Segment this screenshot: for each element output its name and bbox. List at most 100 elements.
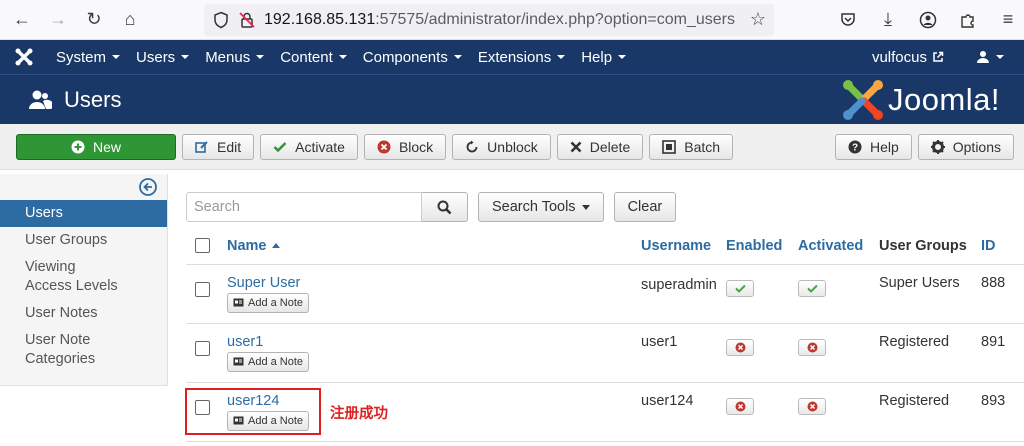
menu-menus[interactable]: Menus (197, 49, 272, 66)
home-icon[interactable]: ⌂ (116, 6, 144, 34)
joomla-logo-icon (842, 79, 883, 120)
batch-icon (662, 139, 677, 154)
check-icon (806, 284, 818, 293)
options-button[interactable]: Options (917, 133, 1014, 160)
unblock-icon (465, 140, 479, 154)
batch-button[interactable]: Batch (649, 133, 734, 160)
menu-extensions-label: Extensions (477, 48, 552, 66)
activated-toggle[interactable] (798, 397, 826, 415)
sidebar-item-user-note-categories[interactable]: User Note Categories (0, 327, 120, 373)
menu-system[interactable]: System (48, 49, 128, 66)
menu-help-label: Help (581, 48, 613, 66)
delete-button-label: Delete (589, 138, 631, 155)
back-icon[interactable]: ← (8, 6, 36, 34)
question-icon: ? (848, 140, 862, 154)
column-name-label: Name (227, 237, 267, 254)
url-host: 192.168.85.131 (264, 10, 376, 28)
select-all-checkbox[interactable] (195, 238, 210, 254)
download-icon[interactable]: ⤓ (874, 6, 902, 34)
browser-toolbar: ← → ↻ ⌂ 192.168.85.131:57575/administrat… (0, 0, 1024, 40)
account-icon[interactable] (914, 6, 942, 34)
column-username-header[interactable]: Username (641, 228, 726, 265)
reload-icon[interactable]: ↻ (80, 6, 108, 34)
user-icon (977, 51, 989, 63)
column-enabled-header[interactable]: Enabled (726, 228, 798, 265)
site-link[interactable]: vulfocus (864, 49, 952, 66)
sidebar: Users User Groups Viewing Access Levels … (0, 174, 168, 386)
page-header: Users Joomla! (0, 74, 1024, 124)
search-tools-button[interactable]: Search Tools (478, 192, 604, 222)
column-activated-header[interactable]: Activated (798, 228, 879, 265)
edit-button[interactable]: Edit (182, 133, 255, 160)
username-cell: user1 (641, 323, 726, 383)
help-button-label: Help (869, 138, 899, 155)
id-cell: 888 (981, 264, 1024, 324)
pocket-icon[interactable] (834, 6, 862, 34)
joomla-wordmark: Joomla! (887, 81, 1000, 117)
menu-content-label: Content (280, 48, 333, 66)
enabled-toggle[interactable] (726, 338, 754, 356)
menu-icon[interactable]: ≡ (994, 6, 1022, 34)
enabled-toggle[interactable] (726, 279, 754, 297)
sidebar-item-viewing-access-levels[interactable]: Viewing Access Levels (0, 254, 120, 300)
row-checkbox[interactable] (195, 340, 210, 356)
add-note-label: Add a Note (248, 355, 304, 368)
bookmark-star-icon[interactable]: ☆ (744, 6, 772, 34)
forward-icon[interactable]: → (44, 6, 72, 34)
column-id-header[interactable]: ID (981, 228, 1024, 265)
block-icon (377, 140, 391, 154)
menu-system-label: System (56, 48, 107, 66)
clear-button[interactable]: Clear (613, 192, 677, 222)
activated-toggle[interactable] (798, 279, 826, 297)
activate-button[interactable]: Activate (260, 133, 358, 160)
user-menu[interactable] (968, 50, 1012, 64)
menu-menus-label: Menus (205, 48, 251, 66)
unblock-button[interactable]: Unblock (452, 133, 551, 160)
clear-button-label: Clear (627, 199, 663, 215)
url-bar[interactable]: 192.168.85.131:57575/administrator/index… (204, 3, 774, 36)
delete-button[interactable]: Delete (556, 133, 644, 160)
new-button[interactable]: New (16, 133, 176, 160)
column-name-header[interactable]: Name (227, 228, 641, 265)
users-icon (29, 90, 52, 109)
row-checkbox[interactable] (195, 281, 210, 297)
id-cell: 891 (981, 323, 1024, 383)
block-icon (735, 342, 745, 352)
gear-icon (930, 139, 945, 154)
site-name: vulfocus (871, 48, 927, 66)
sort-asc-icon (271, 242, 280, 248)
user-name-link[interactable]: user1 (227, 334, 641, 350)
external-link-icon (933, 51, 944, 62)
add-note-button[interactable]: Add a Note (227, 292, 310, 313)
activate-button-label: Activate (295, 138, 345, 155)
enabled-toggle[interactable] (726, 397, 754, 415)
chevron-down-icon (581, 204, 590, 210)
menu-help[interactable]: Help (573, 49, 634, 66)
sidebar-item-user-notes[interactable]: User Notes (0, 300, 167, 327)
page-title: Users (64, 86, 122, 112)
search-input[interactable]: Search (186, 192, 422, 222)
help-button[interactable]: ? Help (834, 133, 912, 160)
joomla-icon[interactable] (0, 47, 48, 67)
extensions-icon[interactable] (954, 6, 982, 34)
menu-components[interactable]: Components (355, 49, 470, 66)
search-button[interactable] (422, 192, 468, 222)
options-button-label: Options (952, 138, 1001, 155)
menu-extensions[interactable]: Extensions (470, 49, 573, 66)
sidebar-item-user-groups[interactable]: User Groups (0, 227, 167, 254)
action-toolbar: New Edit Activate Block Unblock Delete B… (0, 124, 1024, 170)
sidebar-collapse-icon[interactable] (139, 178, 157, 201)
menu-users[interactable]: Users (128, 49, 197, 66)
block-icon (735, 401, 745, 411)
delete-x-icon (570, 141, 582, 153)
sidebar-item-users[interactable]: Users (0, 200, 167, 227)
activated-toggle[interactable] (798, 338, 826, 356)
unblock-button-label: Unblock (487, 138, 538, 155)
add-note-button[interactable]: Add a Note (227, 351, 310, 372)
new-button-label: New (92, 138, 121, 155)
block-button[interactable]: Block (363, 133, 447, 160)
batch-button-label: Batch (684, 138, 721, 155)
user-name-link[interactable]: Super User (227, 275, 641, 291)
menu-content[interactable]: Content (272, 49, 355, 66)
username-cell: superadmin (641, 264, 726, 324)
